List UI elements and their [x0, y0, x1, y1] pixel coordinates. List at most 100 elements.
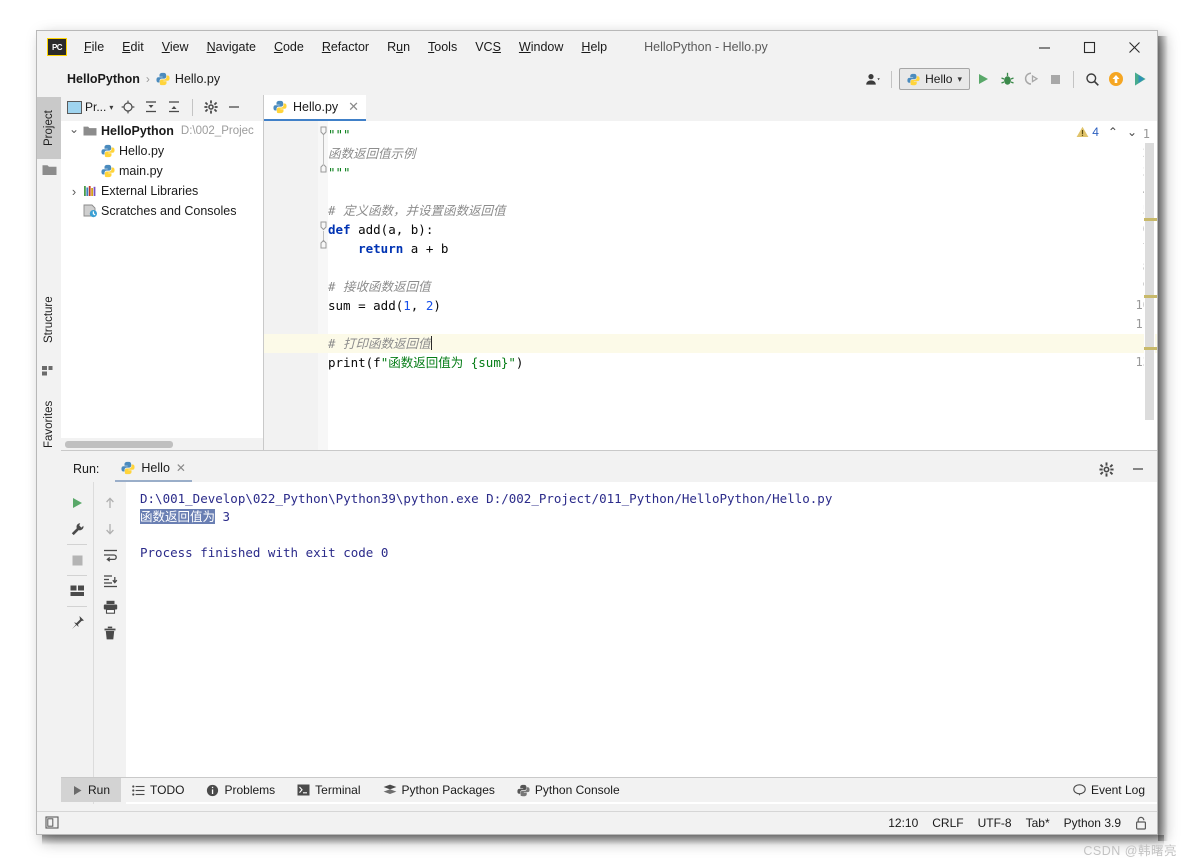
indent-setting[interactable]: Tab*	[1026, 816, 1050, 830]
code-line[interactable]	[328, 258, 1139, 277]
stop-icon[interactable]	[1044, 68, 1066, 90]
run-tab-hello[interactable]: Hello ✕	[115, 456, 192, 482]
toggle-toolwindows-icon[interactable]	[45, 816, 60, 830]
tree-expand-arrow-icon[interactable]: ›	[67, 184, 81, 199]
editor-scrollbar[interactable]	[1144, 143, 1157, 446]
rerun-icon[interactable]	[64, 490, 90, 516]
line-separator[interactable]: CRLF	[932, 816, 963, 830]
update-project-icon[interactable]	[1105, 68, 1127, 90]
menu-item-navigate[interactable]: Navigate	[198, 37, 265, 57]
hide-icon[interactable]	[224, 97, 244, 117]
console-scrollbar[interactable]	[1146, 483, 1156, 803]
menu-item-edit[interactable]: Edit	[113, 37, 153, 57]
close-icon[interactable]: ✕	[176, 461, 186, 475]
run-configuration-selector[interactable]: Hello ▾	[899, 68, 970, 90]
print-icon[interactable]	[97, 594, 123, 620]
project-horizontal-scrollbar[interactable]	[65, 441, 173, 448]
scroll-to-end-icon[interactable]	[97, 568, 123, 594]
minimize-icon[interactable]	[1022, 31, 1067, 63]
inspection-marker[interactable]	[1144, 218, 1157, 221]
user-settings-icon[interactable]	[862, 68, 884, 90]
search-everywhere-icon[interactable]	[1081, 68, 1103, 90]
file-encoding[interactable]: UTF-8	[978, 816, 1012, 830]
code-line[interactable]: 函数返回值示例	[328, 144, 1139, 163]
maximize-icon[interactable]	[1067, 31, 1112, 63]
settings-gear-icon[interactable]	[1093, 456, 1119, 482]
menu-item-file[interactable]: File	[75, 37, 113, 57]
inspection-marker[interactable]	[1144, 295, 1157, 298]
locate-icon[interactable]	[118, 97, 138, 117]
run-console[interactable]: D:\001_Develop\022_Python\Python39\pytho…	[126, 482, 1157, 804]
code-line[interactable]: sum = add(1, 2)	[328, 296, 1139, 315]
code-line[interactable]: return a + b	[328, 239, 1139, 258]
menu-item-view[interactable]: View	[153, 37, 198, 57]
caret-position[interactable]: 12:10	[888, 816, 918, 830]
sidebar-item-structure[interactable]: Structure	[37, 283, 61, 357]
tool-window-terminal[interactable]: Terminal	[286, 778, 371, 802]
hide-icon[interactable]	[1125, 456, 1151, 482]
code-line[interactable]	[328, 315, 1139, 334]
inspection-marker[interactable]	[1144, 347, 1157, 350]
code-line[interactable]: """	[328, 125, 1139, 144]
project-view-selector[interactable]: Pr... ▾	[65, 99, 115, 115]
layout-icon[interactable]	[64, 578, 90, 604]
code-line[interactable]: # 定义函数，并设置函数返回值	[328, 201, 1139, 220]
debug-icon[interactable]	[996, 68, 1018, 90]
code-line[interactable]: """	[328, 163, 1139, 182]
tree-node-scratches-and-consoles[interactable]: Scratches and Consoles	[61, 201, 263, 221]
ide-assistant-icon[interactable]	[1129, 68, 1151, 90]
menu-item-refactor[interactable]: Refactor	[313, 37, 378, 57]
inspection-widget[interactable]: 4 ⌃ ⌄	[1076, 123, 1137, 141]
breadcrumb-project[interactable]: HelloPython	[67, 72, 140, 86]
close-icon[interactable]	[1112, 31, 1157, 63]
run-icon[interactable]	[972, 68, 994, 90]
chevron-down-icon[interactable]: ⌄	[1127, 125, 1137, 139]
tool-window-problems[interactable]: Problems	[195, 778, 286, 802]
tree-node-hellopython[interactable]: ⌄ HelloPython D:\002_Projec	[61, 121, 263, 141]
code-folding-column[interactable]	[318, 121, 328, 450]
pin-icon[interactable]	[64, 609, 90, 635]
menu-item-help[interactable]: Help	[572, 37, 616, 57]
close-icon[interactable]: ✕	[348, 99, 359, 115]
expand-all-icon[interactable]	[141, 97, 161, 117]
code-line[interactable]	[328, 182, 1139, 201]
tab-hello-py[interactable]: Hello.py ✕	[264, 95, 367, 121]
editor-scrollbar-thumb[interactable]	[1145, 143, 1154, 420]
down-arrow-icon[interactable]	[97, 516, 123, 542]
tool-window-python-packages[interactable]: Python Packages	[372, 778, 506, 802]
menu-item-vcs[interactable]: VCS	[466, 37, 510, 57]
trash-icon[interactable]	[97, 620, 123, 646]
project-tree[interactable]: ⌄ HelloPython D:\002_Projec Hello.py main.py…	[61, 121, 263, 438]
wrench-icon[interactable]	[64, 516, 90, 542]
up-arrow-icon[interactable]	[97, 490, 123, 516]
run-coverage-icon[interactable]	[1020, 68, 1042, 90]
collapse-all-icon[interactable]	[164, 97, 184, 117]
breadcrumb-file[interactable]: Hello.py	[175, 72, 220, 86]
settings-gear-icon[interactable]	[201, 97, 221, 117]
tree-node-main-py[interactable]: main.py	[61, 161, 263, 181]
lock-icon[interactable]	[1135, 816, 1147, 830]
chevron-up-icon[interactable]: ⌃	[1108, 125, 1118, 139]
code-line[interactable]: def add(a, b):	[328, 220, 1139, 239]
menu-item-window[interactable]: Window	[510, 37, 572, 57]
code-line[interactable]: print(f"函数返回值为 {sum}")	[328, 353, 1139, 372]
tree-node-hello-py[interactable]: Hello.py	[61, 141, 263, 161]
event-log-button[interactable]: Event Log	[1073, 783, 1145, 797]
code-editor[interactable]: 12345678910111213 """函数返回值示例""" # 定义函数，并…	[264, 121, 1157, 450]
tree-expand-arrow-icon[interactable]: ⌄	[67, 122, 81, 136]
tool-window-todo[interactable]: TODO	[121, 778, 195, 802]
tool-window-run[interactable]: Run	[61, 778, 122, 802]
sidebar-item-favorites[interactable]: Favorites	[37, 385, 61, 463]
python-interpreter[interactable]: Python 3.9	[1064, 816, 1121, 830]
sidebar-item-project[interactable]: Project	[37, 97, 61, 159]
stop-icon[interactable]	[64, 547, 90, 573]
menu-item-tools[interactable]: Tools	[419, 37, 466, 57]
code-line[interactable]: # 接收函数返回值	[328, 277, 1139, 296]
code-content[interactable]: """ 函数返回值示例 """ # 定义函数，并设置函数返回值 def add(a, …	[264, 121, 1157, 450]
code-line[interactable]: # 打印函数返回值	[264, 334, 1157, 353]
menu-item-code[interactable]: Code	[265, 37, 313, 57]
menu-item-run[interactable]: Run	[378, 37, 419, 57]
tree-node-external-libraries[interactable]: › External Libraries	[61, 181, 263, 201]
soft-wrap-icon[interactable]	[97, 542, 123, 568]
tool-window-python-console[interactable]: Python Console	[506, 778, 631, 802]
